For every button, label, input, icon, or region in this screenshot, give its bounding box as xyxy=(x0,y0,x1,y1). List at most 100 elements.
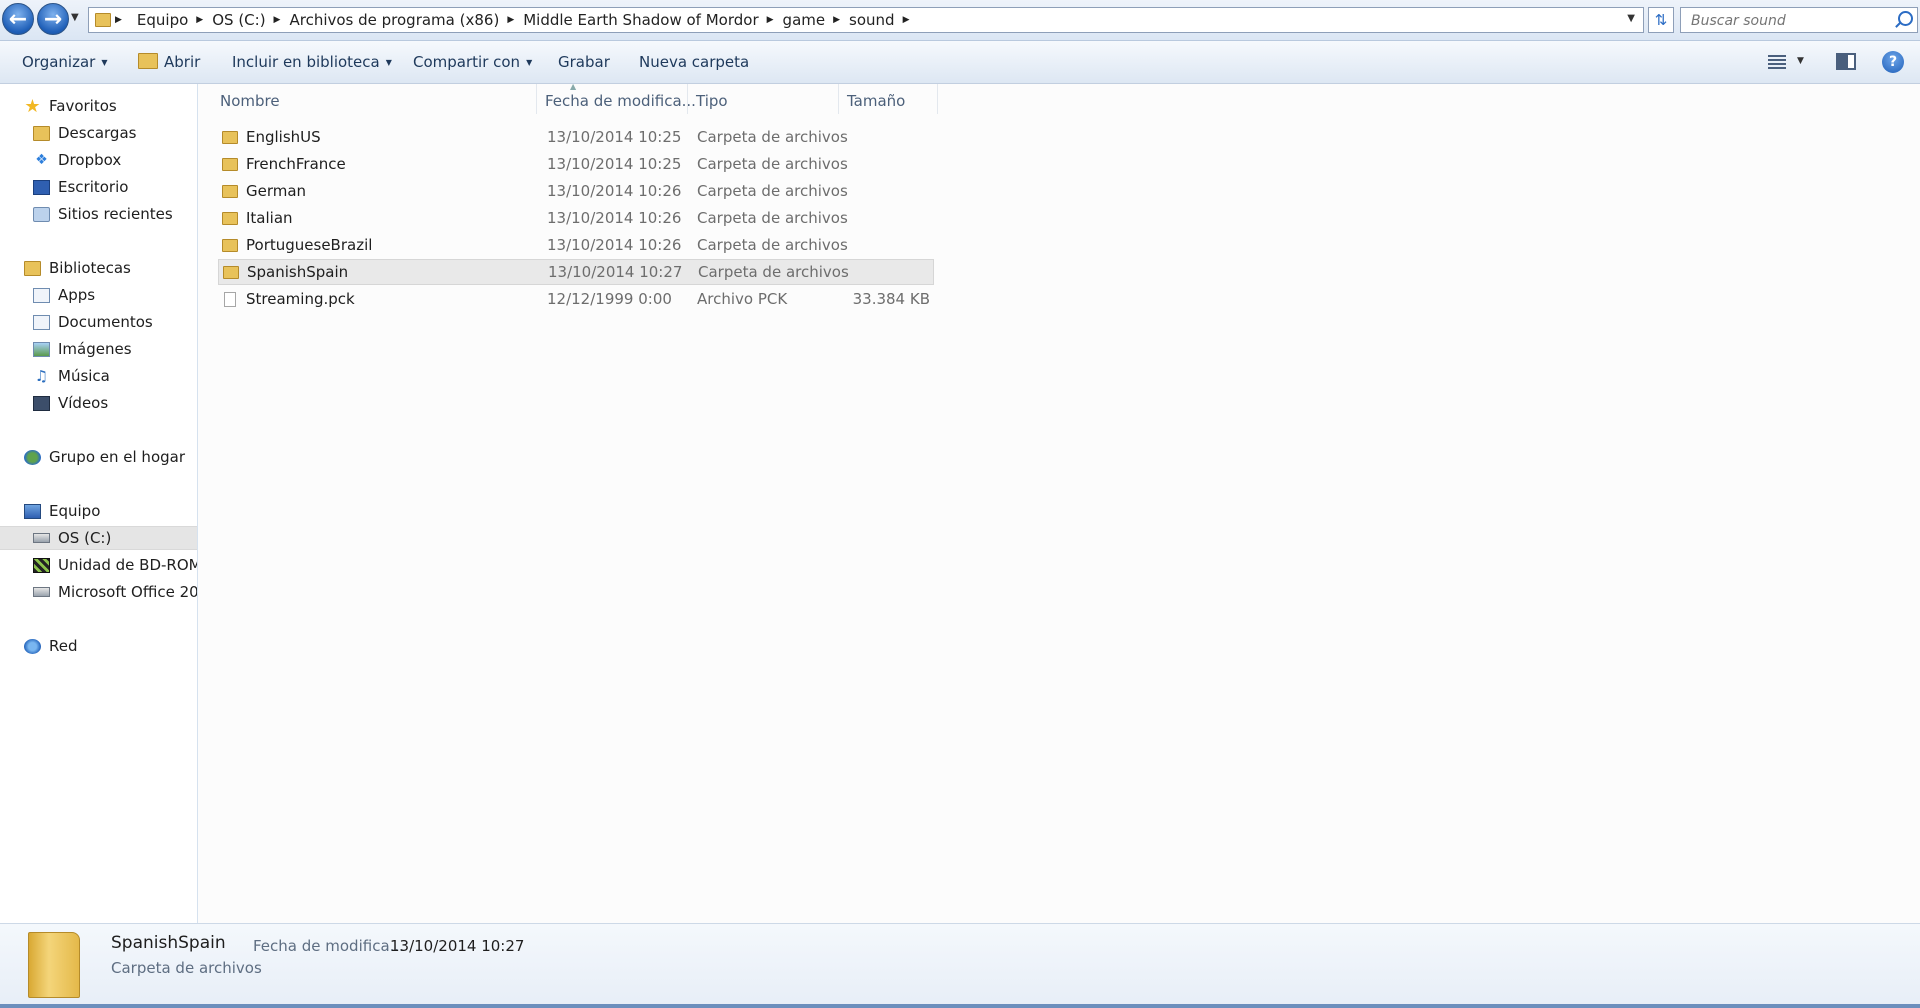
forward-button[interactable]: → xyxy=(37,3,69,35)
address-bar: ← → ▼ ▶ Equipo ▶ OS (C:) ▶ Archivos de p… xyxy=(0,0,1920,41)
sidebar-item-label: Música xyxy=(58,367,110,385)
folder-icon xyxy=(222,184,238,198)
chevron-right-icon[interactable]: ▶ xyxy=(192,15,209,25)
sidebar-item-documents[interactable]: Documentos xyxy=(0,310,197,334)
table-row[interactable]: Streaming.pck 12/12/1999 0:00 Archivo PC… xyxy=(218,286,934,312)
sidebar-item-label: Microsoft Office 2010 xyxy=(58,583,198,601)
file-name: Italian xyxy=(246,209,293,227)
file-type: Carpeta de archivos xyxy=(697,128,848,146)
videos-icon xyxy=(33,395,50,411)
sidebar-item-images[interactable]: Imágenes xyxy=(0,337,197,361)
hard-drive-icon xyxy=(33,533,50,543)
sidebar-item-recent[interactable]: Sitios recientes xyxy=(0,202,197,226)
change-view-icon[interactable] xyxy=(1768,55,1786,69)
chevron-right-icon[interactable]: ▶ xyxy=(111,15,128,25)
table-row[interactable]: Italian 13/10/2014 10:26 Carpeta de arch… xyxy=(218,205,934,231)
folder-icon xyxy=(28,932,80,998)
sidebar-item-os-c[interactable]: OS (C:) xyxy=(0,526,197,550)
burn-button[interactable]: Grabar xyxy=(558,53,610,71)
chevron-right-icon[interactable]: ▶ xyxy=(270,15,287,25)
sidebar-item-label: Favoritos xyxy=(49,97,117,115)
sidebar-item-bd-rom[interactable]: Unidad de BD-ROM xyxy=(0,553,197,577)
file-type: Carpeta de archivos xyxy=(697,155,848,173)
file-name: SpanishSpain xyxy=(247,263,349,281)
file-type: Carpeta de archivos xyxy=(697,209,848,227)
chevron-right-icon[interactable]: ▶ xyxy=(829,15,846,25)
file-date: 13/10/2014 10:26 xyxy=(547,209,682,227)
help-icon[interactable]: ? xyxy=(1882,51,1904,73)
search-input[interactable] xyxy=(1689,9,1883,33)
include-in-library-button[interactable]: Incluir en biblioteca ▼ xyxy=(232,53,392,71)
folder-icon xyxy=(222,211,238,225)
network-icon xyxy=(24,638,41,654)
file-name: PortugueseBrazil xyxy=(246,236,373,254)
sidebar-item-computer[interactable]: Equipo xyxy=(0,499,197,523)
folder-icon xyxy=(95,13,111,27)
sidebar-item-label: Descargas xyxy=(58,124,137,142)
preview-pane-icon[interactable] xyxy=(1836,53,1856,70)
sidebar-item-office[interactable]: Microsoft Office 2010 xyxy=(0,580,197,604)
column-header-type[interactable]: Tipo xyxy=(688,84,839,114)
sidebar-item-music[interactable]: ♫ Música xyxy=(0,364,197,388)
sidebar-item-label: Equipo xyxy=(49,502,101,520)
apps-library-icon xyxy=(33,287,50,303)
breadcrumb-item[interactable]: Middle Earth Shadow of Mordor xyxy=(520,11,762,29)
search-box[interactable] xyxy=(1680,7,1918,33)
homegroup-icon xyxy=(24,449,41,465)
organize-button[interactable]: Organizar ▼ xyxy=(22,53,108,71)
file-type: Carpeta de archivos xyxy=(697,182,848,200)
sidebar-item-label: Red xyxy=(49,637,78,655)
file-date: 13/10/2014 10:27 xyxy=(548,263,683,281)
chevron-right-icon[interactable]: ▶ xyxy=(503,15,520,25)
file-list: Nombre ▲ Fecha de modifica... Tipo Tamañ… xyxy=(198,82,1920,923)
column-header-date[interactable]: Fecha de modifica... xyxy=(537,84,696,114)
file-date: 12/12/1999 0:00 xyxy=(547,290,672,308)
column-header-size[interactable]: Tamaño xyxy=(839,84,938,114)
sidebar-item-label: Unidad de BD-ROM xyxy=(58,556,198,574)
sidebar-item-network[interactable]: Red xyxy=(0,634,197,658)
bd-rom-drive-icon xyxy=(33,557,50,573)
refresh-button[interactable]: ⇅ xyxy=(1648,7,1674,33)
chevron-right-icon[interactable]: ▶ xyxy=(763,15,780,25)
sidebar-item-videos[interactable]: Vídeos xyxy=(0,391,197,415)
sidebar-item-libraries[interactable]: Bibliotecas xyxy=(0,256,197,280)
table-row[interactable]: PortugueseBrazil 13/10/2014 10:26 Carpet… xyxy=(218,232,934,258)
chevron-right-icon[interactable]: ▶ xyxy=(899,15,916,25)
address-dropdown[interactable]: ▼ xyxy=(1627,13,1635,24)
view-options-dropdown[interactable]: ▼ xyxy=(1797,56,1804,66)
arrow-right-icon: → xyxy=(43,6,63,32)
file-size: 33.384 KB xyxy=(852,290,930,308)
breadcrumb-item[interactable]: game xyxy=(780,11,830,29)
open-label: Abrir xyxy=(164,53,201,71)
breadcrumb-item[interactable]: OS (C:) xyxy=(209,11,269,29)
sidebar-item-downloads[interactable]: Descargas xyxy=(0,121,197,145)
new-folder-button[interactable]: Nueva carpeta xyxy=(639,53,749,71)
caret-down-icon: ▼ xyxy=(101,58,108,67)
table-row[interactable]: German 13/10/2014 10:26 Carpeta de archi… xyxy=(218,178,934,204)
file-type: Carpeta de archivos xyxy=(698,263,849,281)
share-label: Compartir con xyxy=(413,53,521,71)
breadcrumb-item[interactable]: Archivos de programa (x86) xyxy=(286,11,503,29)
sidebar-item-desktop[interactable]: Escritorio xyxy=(0,175,197,199)
table-row-selected[interactable]: SpanishSpain 13/10/2014 10:27 Carpeta de… xyxy=(218,259,934,285)
organize-label: Organizar xyxy=(22,53,96,71)
sidebar-item-dropbox[interactable]: ❖ Dropbox xyxy=(0,148,197,172)
share-with-button[interactable]: Compartir con ▼ xyxy=(413,53,532,71)
file-name: German xyxy=(246,182,307,200)
breadcrumb-item[interactable]: sound xyxy=(846,11,899,29)
open-button[interactable]: Abrir xyxy=(138,53,200,71)
search-icon[interactable] xyxy=(1898,11,1913,26)
back-button[interactable]: ← xyxy=(2,3,34,35)
recent-pages-dropdown[interactable]: ▼ xyxy=(71,12,79,23)
sidebar-item-homegroup[interactable]: Grupo en el hogar xyxy=(0,445,197,469)
open-folder-icon xyxy=(138,53,158,69)
sidebar-item-favorites[interactable]: ★ Favoritos xyxy=(0,94,197,118)
column-header-name[interactable]: Nombre xyxy=(212,84,537,114)
breadcrumb-item[interactable]: Equipo xyxy=(134,11,192,29)
table-row[interactable]: FrenchFrance 13/10/2014 10:25 Carpeta de… xyxy=(218,151,934,177)
path-box[interactable]: ▶ Equipo ▶ OS (C:) ▶ Archivos de program… xyxy=(88,7,1644,33)
sidebar-item-apps[interactable]: Apps xyxy=(0,283,197,307)
column-header-label: Fecha de modifica... xyxy=(545,92,696,110)
downloads-folder-icon xyxy=(33,125,50,141)
table-row[interactable]: EnglishUS 13/10/2014 10:25 Carpeta de ar… xyxy=(218,124,934,150)
